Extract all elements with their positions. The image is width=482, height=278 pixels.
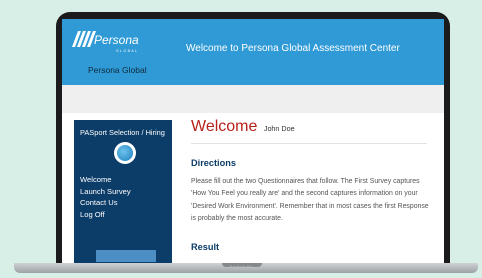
sidebar-nav: Welcome Launch Survey Contact Us Log Off — [80, 174, 131, 220]
site-header: Persona GLOBAL Persona Global Welcome to… — [62, 19, 444, 85]
sidebar-image — [96, 250, 156, 262]
sidebar-item-contact-us[interactable]: Contact Us — [80, 197, 131, 209]
sidebar-item-welcome[interactable]: Welcome — [80, 174, 131, 186]
sidebar-title: PASport Selection / Hiring — [80, 128, 165, 137]
sidebar: PASport Selection / Hiring Welcome Launc… — [74, 120, 172, 263]
divider — [191, 143, 427, 144]
globe-icon — [114, 142, 136, 164]
logo-text: Persona — [94, 33, 139, 47]
directions-text: Please fill out the two Questionnaires t… — [191, 178, 429, 223]
page-banner: Welcome to Persona Global Assessment Cen… — [186, 43, 400, 54]
welcome-heading: Welcome — [191, 118, 258, 135]
sidebar-item-log-off[interactable]: Log Off — [80, 209, 131, 221]
sidebar-item-launch-survey[interactable]: Launch Survey — [80, 186, 131, 198]
logo-subtext: GLOBAL — [116, 49, 139, 53]
result-heading: Result — [191, 242, 220, 252]
directions-heading: Directions — [191, 158, 236, 168]
persona-logo[interactable]: Persona GLOBAL — [70, 27, 148, 55]
browser-screen: Persona GLOBAL Persona Global Welcome to… — [62, 19, 444, 263]
nav-bar — [62, 85, 444, 113]
page-title: Welcome John Doe — [191, 118, 295, 136]
user-name: John Doe — [263, 124, 295, 133]
device-label: MacBook Pro — [228, 264, 253, 269]
company-name: Persona Global — [88, 65, 147, 75]
